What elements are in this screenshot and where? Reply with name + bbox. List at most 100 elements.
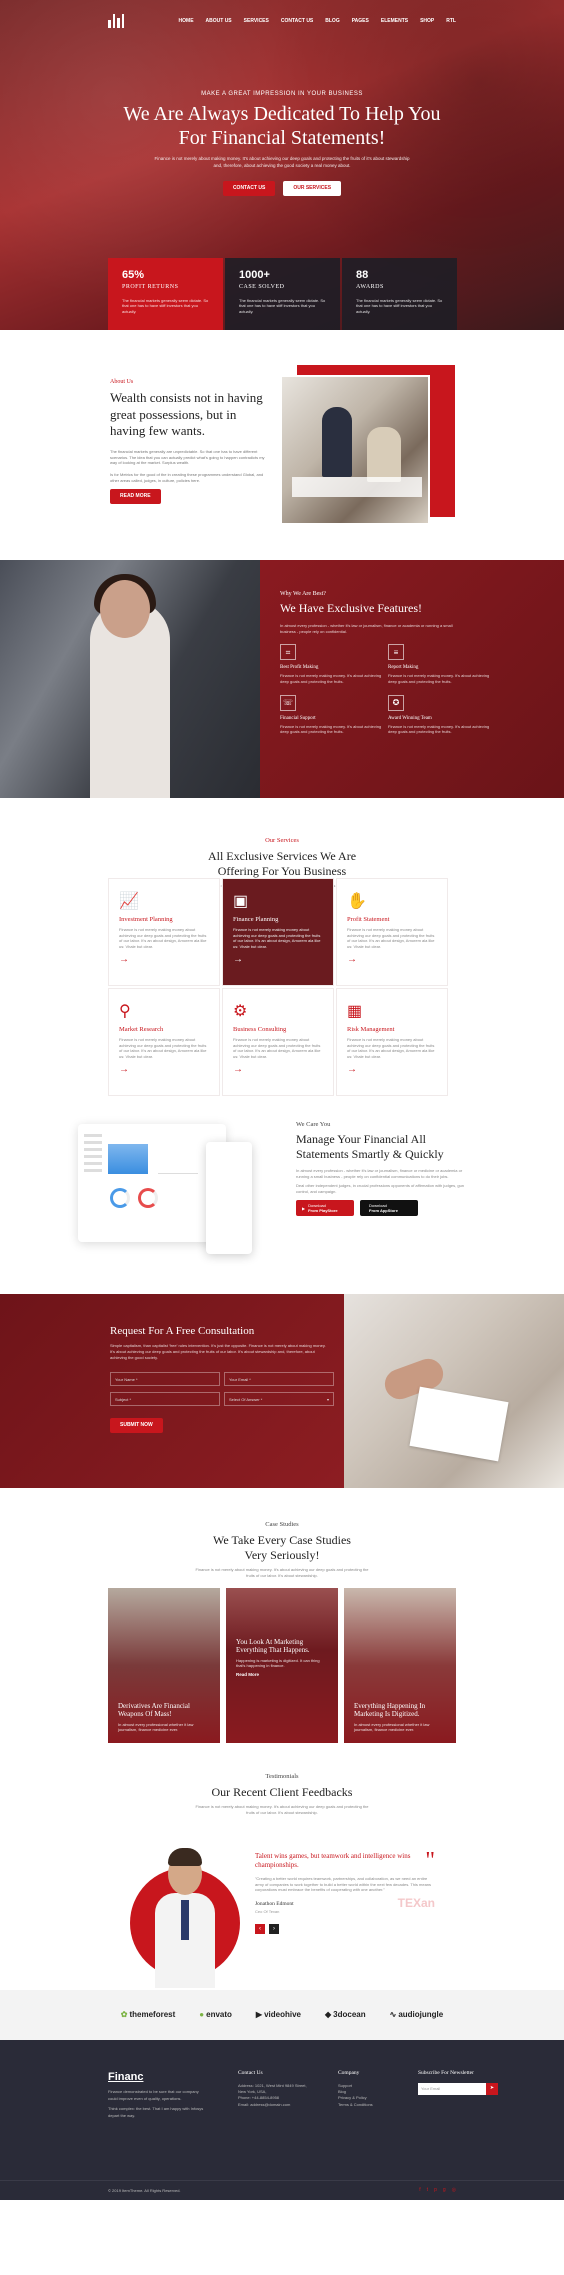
case-card[interactable]: Everything Happening In Marketing Is Dig… — [344, 1588, 456, 1743]
google-play-small-label: Download — [308, 1202, 326, 1208]
brand-logo: ✿ themeforest — [120, 2010, 176, 2020]
arrow-right-icon[interactable]: → — [119, 953, 209, 967]
nav-item-rtl[interactable]: RTL — [446, 18, 456, 25]
consultation-section: Request For A Free Consultation Simple c… — [0, 1294, 564, 1488]
features-photo — [0, 560, 260, 798]
cases-title-line1: We Take Every Case Studies — [213, 1533, 351, 1548]
service-title: Risk Management — [347, 1026, 395, 1033]
testimonials-subtitle: Finance is not merely about making money… — [195, 1804, 369, 1815]
cases-title-line2: Very Seriously! — [244, 1548, 320, 1563]
service-card-research[interactable]: ⚲ Market Research Finance is not merely … — [108, 988, 220, 1096]
feature-title: Award Winning Team — [388, 715, 432, 721]
app-section: We Care You Manage Your Financial All St… — [0, 1114, 564, 1294]
subject-field[interactable]: Subject * — [110, 1392, 220, 1407]
about-paragraph-2: Is for Metrics for the good of the in cr… — [110, 471, 264, 483]
arrow-right-icon[interactable]: → — [119, 1063, 209, 1077]
facebook-icon[interactable]: f — [419, 2187, 420, 2194]
app-store-button[interactable]: Download From AppStore — [360, 1200, 418, 1217]
consulting-icon: ⚙ — [233, 1003, 248, 1020]
cases-subtitle: Finance is not merely about making money… — [195, 1567, 369, 1578]
feature-item: ✪ Award Winning Team Finance is not mere… — [388, 694, 492, 735]
footer-link-terms[interactable]: Terms & Conditions — [338, 2102, 388, 2108]
google-plus-icon[interactable]: g — [443, 2187, 446, 2194]
footer-contact: Contact Us Address: 1021, West Mint 9849… — [238, 2070, 308, 2119]
features-title: We Have Exclusive Features! — [280, 601, 422, 616]
arrow-right-icon[interactable]: → — [233, 953, 323, 967]
nav-item-services[interactable]: SERVICES — [244, 18, 269, 25]
chevron-right-icon[interactable]: › — [269, 1924, 279, 1935]
footer-email[interactable]: Email: address@domain.com — [238, 2102, 308, 2108]
newsletter-title: Subscribe For Newsletter — [418, 2070, 474, 2076]
features-intro: In almost every profession - whether it'… — [280, 623, 453, 634]
feature-title: Financial Support — [280, 715, 316, 721]
arrow-right-icon[interactable]: → — [347, 1063, 437, 1077]
planning-icon: ▣ — [233, 893, 249, 910]
logo[interactable] — [108, 14, 124, 28]
twitter-icon[interactable]: t — [427, 2187, 428, 2194]
award-icon: ✪ — [388, 694, 404, 711]
google-play-button[interactable]: ▶ Download From PlayStore — [296, 1200, 354, 1217]
app-title: Manage Your Financial All Statements Sma… — [296, 1132, 466, 1162]
name-field[interactable]: Your Name * — [110, 1372, 220, 1387]
stat-case-solved: 1000+ CASE SOLVED The financial markets … — [225, 258, 340, 330]
nav-item-contact[interactable]: CONTACT US — [281, 18, 313, 25]
arrow-right-icon[interactable]: → — [347, 953, 437, 967]
service-card-finance[interactable]: ▣ Finance Planning Finance is not merely… — [222, 878, 334, 986]
newsletter-input[interactable]: Your Email — [418, 2082, 486, 2095]
footer-about: Financ Finance demonstrated to be sure t… — [108, 2070, 208, 2119]
arrow-right-icon[interactable]: → — [233, 1063, 323, 1077]
growth-chart-icon: 📈 — [119, 893, 139, 910]
email-field[interactable]: Your Email * — [224, 1372, 334, 1387]
service-title: Business Consulting — [233, 1026, 287, 1033]
testimonials-tag: Testimonials — [265, 1773, 299, 1780]
case-title: Derivatives Are Financial Weapons Of Mas… — [118, 1702, 190, 1719]
hero-pretitle: MAKE A GREAT IMPRESSION IN YOUR BUSINESS — [201, 91, 363, 97]
leaf-icon: ✿ — [120, 2010, 128, 2020]
google-play-label: From PlayStore — [308, 1208, 338, 1214]
service-card-risk[interactable]: ▦ Risk Management Finance is not merely … — [336, 988, 448, 1096]
nav-item-shop[interactable]: SHOP — [420, 18, 434, 25]
instagram-icon[interactable]: ◎ — [452, 2187, 456, 2194]
pinterest-icon[interactable]: p — [434, 2187, 437, 2194]
consultation-form: Request For A Free Consultation Simple c… — [0, 1294, 344, 1488]
chevron-left-icon[interactable]: ‹ — [255, 1924, 265, 1935]
send-icon[interactable]: ➤ — [486, 2082, 498, 2095]
testimonial-title: Talent wins games, but teamwork and inte… — [255, 1852, 411, 1870]
submit-button[interactable]: SUBMIT NOW — [110, 1418, 163, 1434]
feature-item: ☏ Financial Support Finance is not merel… — [280, 694, 384, 735]
newsletter-form: Your Email ➤ — [418, 2082, 498, 2095]
service-text: Finance is not merely making money about… — [233, 927, 321, 949]
service-select[interactable]: Select Of Answer * ▾ — [224, 1392, 334, 1407]
app-title-line1: Manage Your Financial All — [296, 1132, 426, 1147]
services-title: All Exclusive Services We Are Offering F… — [0, 849, 564, 879]
consultation-title: Request For A Free Consultation — [110, 1325, 255, 1337]
case-card[interactable]: Derivatives Are Financial Weapons Of Mas… — [108, 1588, 220, 1743]
nav-item-about[interactable]: ABOUT US — [206, 18, 232, 25]
read-more-button[interactable]: READ MORE — [110, 489, 161, 505]
our-services-button[interactable]: OUR SERVICES — [283, 180, 342, 196]
footer-contact-title: Contact Us — [238, 2070, 263, 2076]
service-card-consulting[interactable]: ⚙ Business Consulting Finance is not mer… — [222, 988, 334, 1096]
service-card-investment[interactable]: 📈 Investment Planning Finance is not mer… — [108, 878, 220, 986]
stat-text: The financial markets generally seem dic… — [122, 297, 209, 314]
nav-item-blog[interactable]: BLOG — [325, 18, 339, 25]
nav-item-home[interactable]: HOME — [179, 18, 194, 25]
contact-us-button[interactable]: CONTACT US — [222, 180, 276, 196]
nav-item-elements[interactable]: ELEMENTS — [381, 18, 408, 25]
services-tag: Our Services — [265, 837, 299, 844]
case-title: Everything Happening In Marketing Is Dig… — [354, 1702, 426, 1719]
stat-label: AWARDS — [356, 284, 384, 291]
service-card-profit[interactable]: ✋ Profit Statement Finance is not merely… — [336, 878, 448, 986]
stat-label: CASE SOLVED — [239, 284, 285, 291]
read-more-link[interactable]: Read More — [236, 1672, 328, 1678]
footer-newsletter: Subscribe For Newsletter Your Email ➤ — [418, 2070, 498, 2119]
footer-about-text-2: Think complex: the best. That I am happy… — [108, 2106, 204, 2118]
nav-item-pages[interactable]: PAGES — [352, 18, 369, 25]
feature-title: Report Making — [388, 665, 419, 671]
services-title-line1: All Exclusive Services We Are — [207, 849, 357, 864]
cases-tag: Case Studies — [265, 1521, 299, 1528]
leaf-icon: ● — [199, 2010, 205, 2020]
cases-grid: Derivatives Are Financial Weapons Of Mas… — [108, 1588, 456, 1743]
footer-logo[interactable]: Financ — [108, 2070, 208, 2085]
case-card[interactable]: You Look At Marketing Everything That Ha… — [226, 1588, 338, 1743]
